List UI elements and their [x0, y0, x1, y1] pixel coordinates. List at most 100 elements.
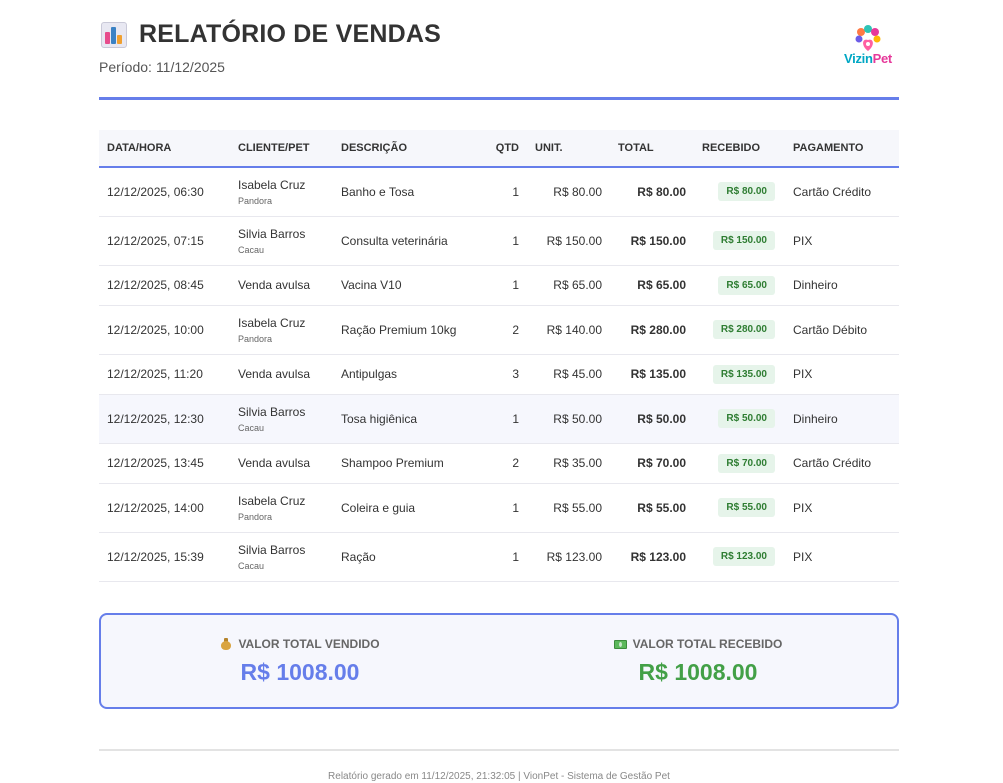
col-payment: PAGAMENTO	[793, 142, 864, 154]
report-page: RELATÓRIO DE VENDAS Período: 11/12/2025 V…	[99, 0, 899, 782]
cell-datetime: 12/12/2025, 06:30	[107, 184, 204, 199]
cell-unit: R$ 65.00	[553, 278, 602, 292]
table-row: 12/12/2025, 10:00 Isabela Cruz Pandora Raçã…	[99, 305, 899, 354]
col-description: DESCRIÇÃO	[341, 142, 408, 154]
col-datetime: DATA/HORA	[107, 142, 172, 154]
total-received-block: VALOR TOTAL RECEBIDO R$ 1008.00	[499, 615, 897, 707]
received-badge: R$ 280.00	[712, 320, 775, 339]
cell-client: Venda avulsa	[230, 354, 333, 394]
cell-description: Coleira e guia	[341, 500, 416, 515]
cell-qty: 1	[512, 278, 519, 292]
cell-unit: R$ 45.00	[553, 367, 602, 381]
footer-divider	[99, 749, 899, 751]
cell-payment: Dinheiro	[793, 278, 838, 292]
received-badge: R$ 135.00	[712, 364, 775, 384]
logo-text: VizinPet	[844, 51, 892, 66]
cell-received: R$ 280.00	[694, 305, 785, 354]
cell-datetime: 12/12/2025, 11:20	[107, 367, 203, 381]
pet-name: Cacau	[238, 422, 265, 433]
money-bag-icon	[220, 638, 232, 650]
col-total: TOTAL	[618, 142, 654, 154]
paw-icon	[855, 25, 881, 51]
cell-payment: Cartão Crédito	[793, 184, 872, 199]
cell-unit: R$ 55.00	[553, 500, 602, 515]
cell-description: Antipulgas	[341, 367, 398, 381]
sales-table: DATA/HORA CLIENTE/PET DESCRIÇÃO QTD UNIT…	[99, 130, 899, 582]
cell-qty: 3	[512, 367, 519, 381]
received-badge: R$ 65.00	[718, 275, 775, 295]
table-row: 12/12/2025, 08:45 Venda avulsa Vacina V10 1…	[99, 265, 899, 305]
cell-client: Silvia Barros Cacau	[230, 216, 333, 265]
cell-payment: Dinheiro	[793, 411, 838, 426]
client-name: Silvia Barros	[238, 542, 306, 557]
cell-datetime: 12/12/2025, 12:30	[107, 411, 204, 426]
cell-payment: Cartão Débito	[793, 322, 868, 337]
cell-received: R$ 65.00	[694, 265, 785, 305]
total-received-label: VALOR TOTAL RECEBIDO	[632, 637, 783, 651]
cell-description: Shampoo Premium	[341, 456, 444, 470]
table-row: 12/12/2025, 11:20 Venda avulsa Antipulgas 3…	[99, 354, 899, 394]
client-name: Venda avulsa	[238, 278, 311, 292]
cell-qty: 1	[512, 411, 519, 426]
cell-description: Tosa higiênica	[341, 411, 418, 426]
total-sold-value: R$ 1008.00	[240, 659, 360, 685]
cell-datetime: 12/12/2025, 07:15	[107, 233, 204, 248]
totals-summary: VALOR TOTAL VENDIDO R$ 1008.00 VALOR TOT…	[99, 613, 899, 709]
client-name: Isabela Cruz	[238, 177, 306, 192]
period-label: Período:	[99, 59, 152, 75]
cell-unit: R$ 50.00	[553, 411, 602, 426]
cell-qty: 1	[512, 233, 519, 248]
cell-received: R$ 55.00	[694, 483, 785, 532]
cell-client: Isabela Cruz Pandora	[230, 167, 333, 216]
cell-total: R$ 55.00	[637, 500, 686, 515]
cell-total: R$ 135.00	[630, 367, 686, 381]
logo: VizinPet	[837, 24, 899, 68]
table-row: 12/12/2025, 07:15 Silvia Barros Cacau Consu…	[99, 216, 899, 265]
cell-datetime: 12/12/2025, 10:00	[107, 322, 204, 337]
cell-unit: R$ 80.00	[553, 184, 602, 199]
cell-datetime: 12/12/2025, 15:39	[107, 549, 204, 564]
page-title: RELATÓRIO DE VENDAS	[139, 20, 441, 48]
received-badge: R$ 70.00	[718, 453, 775, 473]
cell-total: R$ 280.00	[630, 322, 686, 337]
col-received: RECEBIDO	[702, 142, 761, 154]
total-sold-label: VALOR TOTAL VENDIDO	[238, 637, 380, 651]
cell-qty: 2	[512, 322, 519, 337]
cell-client: Silvia Barros Cacau	[230, 394, 333, 443]
cell-received: R$ 80.00	[694, 167, 785, 216]
cell-total: R$ 70.00	[637, 456, 686, 470]
received-badge: R$ 55.00	[718, 498, 775, 517]
pet-name: Cacau	[238, 244, 265, 255]
period-value: 11/12/2025	[155, 59, 225, 75]
cell-client: Isabela Cruz Pandora	[230, 305, 333, 354]
cell-unit: R$ 123.00	[546, 549, 602, 564]
cell-description: Consulta veterinária	[341, 233, 448, 248]
table-row: 12/12/2025, 12:30 Silvia Barros Cacau Tosa …	[99, 394, 899, 443]
cell-received: R$ 50.00	[694, 394, 785, 443]
cell-client: Venda avulsa	[230, 443, 333, 483]
table-row: 12/12/2025, 13:45 Venda avulsa Shampoo Pre…	[99, 443, 899, 483]
client-name: Venda avulsa	[238, 367, 311, 381]
total-received-value: R$ 1008.00	[638, 659, 758, 685]
cell-received: R$ 123.00	[694, 532, 785, 581]
pet-name: Pandora	[238, 333, 273, 344]
cell-unit: R$ 140.00	[546, 322, 602, 337]
report-header: RELATÓRIO DE VENDAS Período: 11/12/2025 V…	[99, 0, 899, 100]
received-badge: R$ 80.00	[718, 182, 775, 202]
cell-datetime: 12/12/2025, 14:00	[107, 500, 204, 515]
total-sold-block: VALOR TOTAL VENDIDO R$ 1008.00	[101, 615, 499, 707]
period-line: Período: 11/12/2025	[99, 59, 225, 75]
dollar-bill-icon	[613, 639, 627, 649]
cell-description: Banho e Tosa	[341, 184, 415, 199]
client-name: Isabela Cruz	[238, 315, 306, 330]
cell-datetime: 12/12/2025, 08:45	[107, 278, 204, 292]
received-badge: R$ 150.00	[712, 231, 775, 250]
cell-payment: PIX	[793, 367, 813, 381]
col-client: CLIENTE/PET	[238, 142, 310, 154]
table-header-row: DATA/HORA CLIENTE/PET DESCRIÇÃO QTD UNIT…	[99, 130, 899, 167]
cell-client: Venda avulsa	[230, 265, 333, 305]
cell-unit: R$ 35.00	[553, 456, 602, 470]
cell-received: R$ 150.00	[694, 216, 785, 265]
received-badge: R$ 123.00	[712, 547, 775, 566]
table-row: 12/12/2025, 15:39 Silvia Barros Cacau Ração…	[99, 532, 899, 581]
